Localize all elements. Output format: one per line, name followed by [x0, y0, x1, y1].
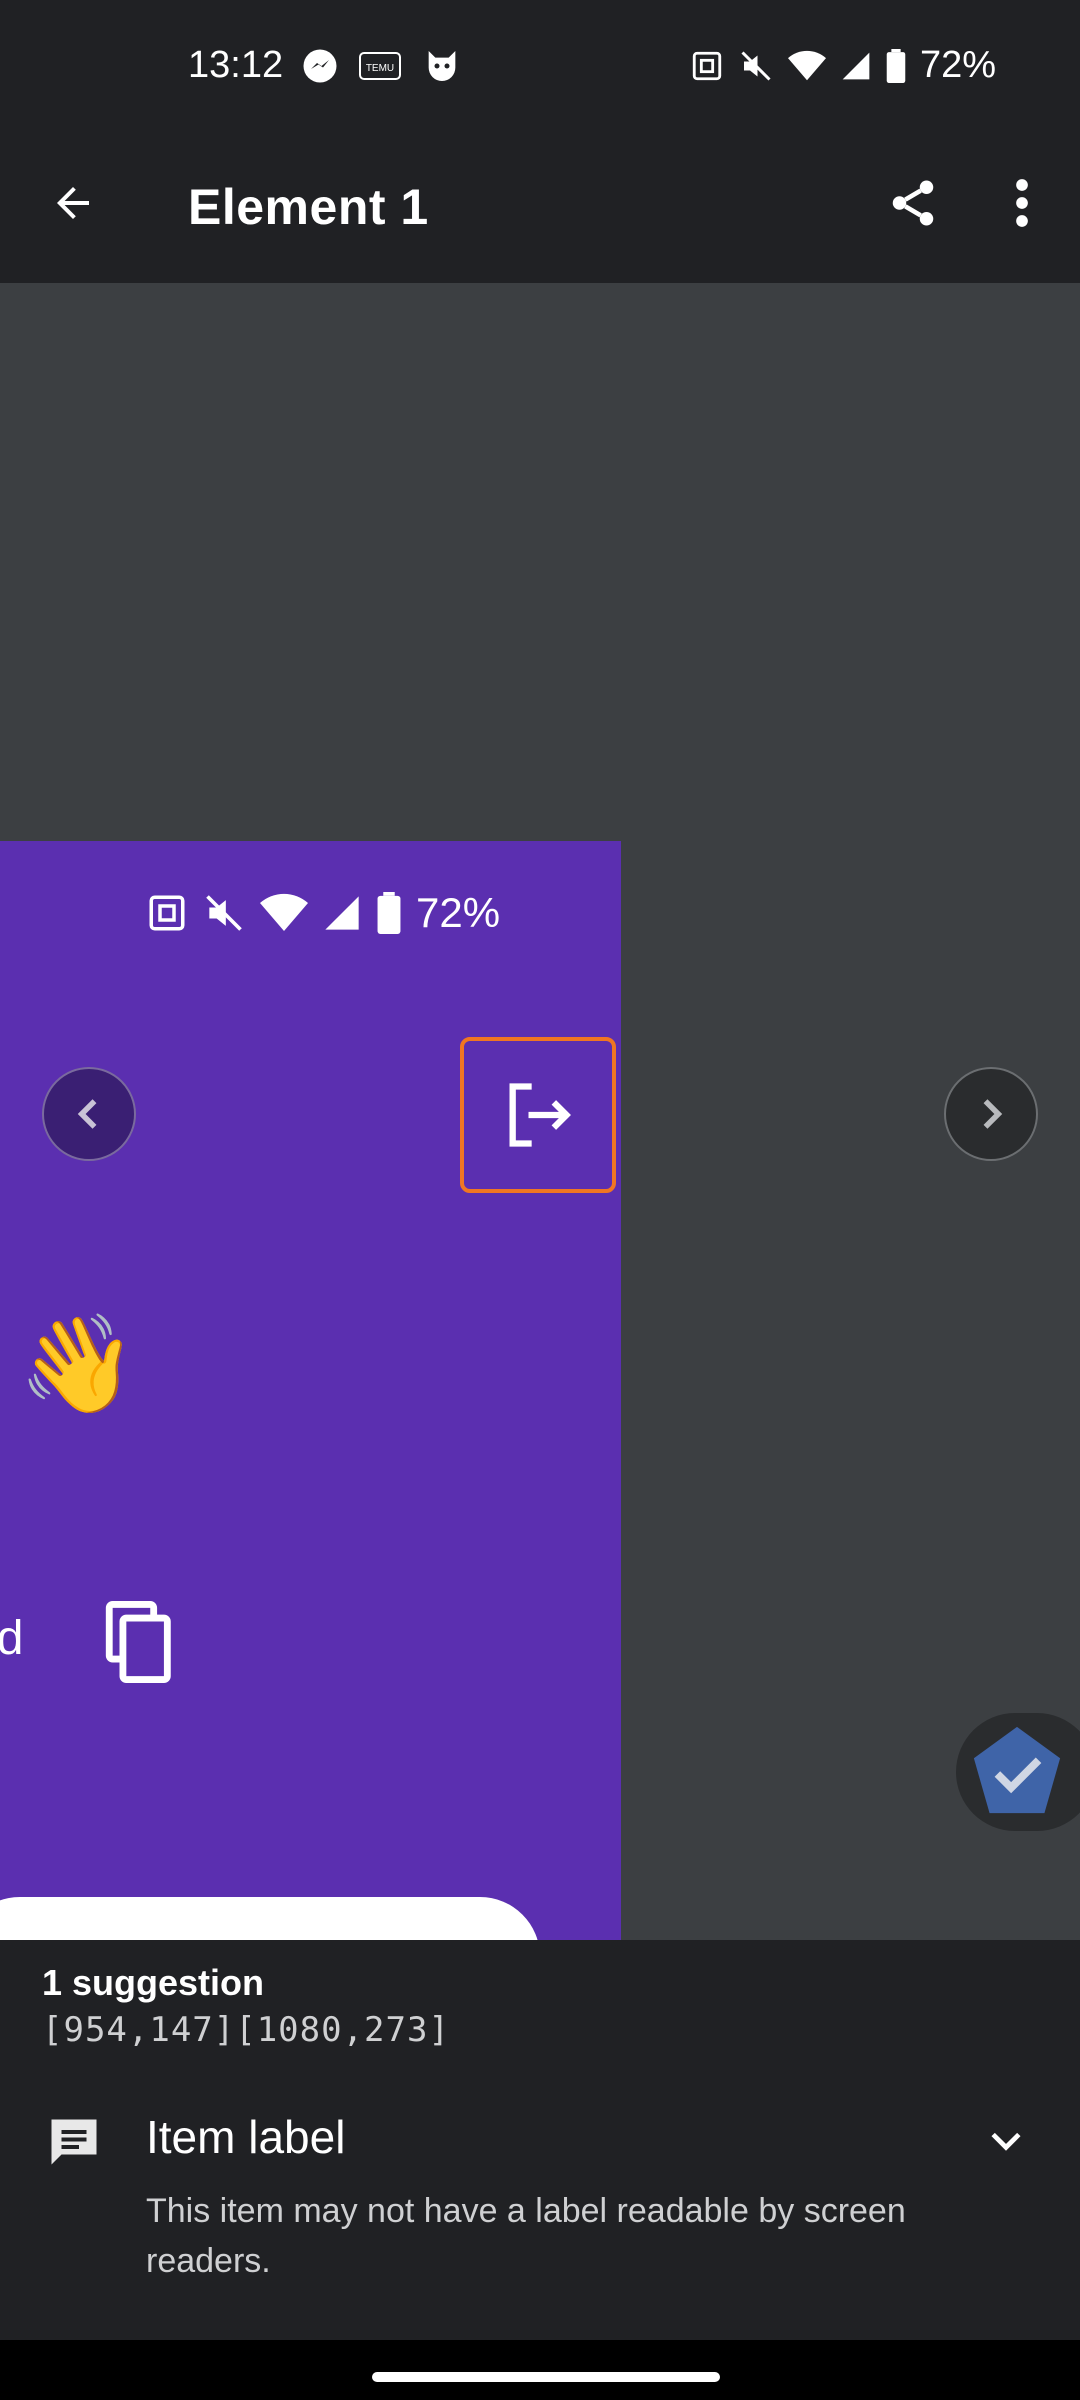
nfc-icon: [690, 49, 724, 83]
temu-icon: TEMU: [358, 51, 402, 81]
element-bounds-text: [954,147][1080,273]: [42, 2010, 450, 2050]
svg-text:TEMU: TEMU: [366, 63, 394, 74]
mute-icon: [206, 895, 242, 931]
share-button[interactable]: [880, 168, 946, 238]
more-options-button[interactable]: [1004, 168, 1040, 238]
suggestion-description: This item may not have a label readable …: [146, 2192, 906, 2280]
suggestion-count: 1 suggestion: [42, 1962, 265, 2003]
nfc-icon: [149, 895, 185, 931]
wifi-icon: [787, 49, 826, 83]
battery-percent: 72%: [919, 44, 996, 86]
battery-icon: [886, 48, 906, 83]
signal-icon: [325, 896, 359, 930]
share-icon: [892, 180, 934, 226]
signal-icon: [840, 50, 872, 82]
wave-emoji: 👋: [18, 1311, 138, 1418]
status-bar: 13:12 TEMU 72%: [0, 0, 1080, 138]
preview-phone-screen: 72% 👋 ud: [0, 841, 621, 1940]
messenger-icon: [302, 48, 338, 84]
expand-button[interactable]: [984, 2118, 1028, 2167]
preview-white-card: [0, 1897, 540, 1940]
exit-icon: [509, 1083, 571, 1147]
mute-icon: [738, 48, 774, 84]
suggestion-title: Item label: [146, 2111, 346, 2163]
status-left-icons: TEMU: [302, 46, 462, 86]
partial-text: ud: [0, 1612, 24, 1665]
preview-status-bar: 72%: [146, 889, 500, 937]
highlighted-element[interactable]: [460, 1037, 616, 1193]
home-gesture-handle[interactable]: [372, 2372, 720, 2382]
app-cat-icon: [422, 46, 462, 86]
chevron-right-icon: [983, 1099, 1003, 1129]
next-button[interactable]: [944, 1067, 1038, 1161]
check-badge-icon: [973, 1726, 1061, 1814]
chevron-left-icon: [77, 1099, 97, 1129]
navigation-bar: [0, 2340, 1080, 2400]
battery-icon: [377, 892, 401, 934]
arrow-back-icon: [57, 187, 89, 219]
suggestions-sheet: 1 suggestion [954,147][1080,273] Item la…: [0, 1940, 1080, 2340]
app-toolbar: Element 1: [0, 138, 1080, 283]
wifi-icon: [260, 893, 308, 931]
status-time: 13:12: [188, 44, 284, 86]
preview-battery-percent: 72%: [416, 889, 501, 936]
page-title: Element 1: [188, 179, 429, 235]
copy-icon: [104, 1601, 176, 1688]
status-right: 72%: [690, 44, 996, 87]
more-vert-icon: [1016, 179, 1028, 227]
back-button[interactable]: [40, 170, 106, 236]
screenshot-preview: 72% 👋 ud: [0, 283, 1080, 1940]
check-badge-button[interactable]: [968, 1723, 1066, 1826]
chevron-down-icon: [991, 2132, 1021, 2151]
message-icon: [44, 2112, 104, 2177]
preview-prev-button: [42, 1067, 136, 1161]
